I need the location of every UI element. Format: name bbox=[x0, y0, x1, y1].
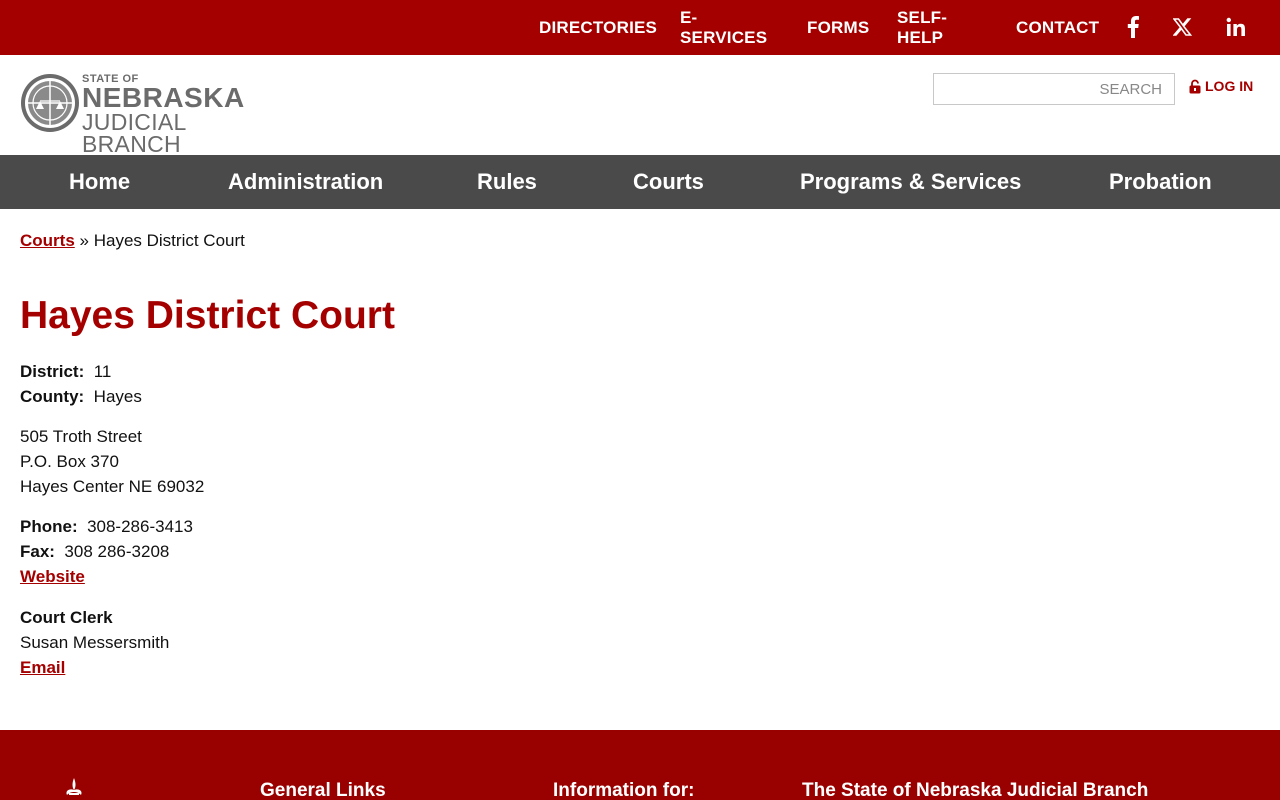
nav-courts[interactable]: Courts bbox=[633, 155, 704, 209]
linkedin-icon[interactable] bbox=[1223, 14, 1249, 40]
nav-programs-services[interactable]: Programs & Services bbox=[800, 155, 1021, 209]
breadcrumb-current: Hayes District Court bbox=[93, 231, 245, 250]
lock-icon bbox=[1189, 79, 1201, 93]
phone-label: Phone: bbox=[20, 517, 78, 536]
nav-administration[interactable]: Administration bbox=[228, 155, 383, 209]
breadcrumb-separator: » bbox=[79, 231, 89, 250]
district-row: District: 11 bbox=[20, 359, 142, 384]
facebook-icon[interactable] bbox=[1120, 14, 1146, 40]
nav-probation[interactable]: Probation bbox=[1109, 155, 1212, 209]
logo-branch-text: JUDICIAL BRANCH bbox=[82, 109, 186, 157]
topnav-e-services[interactable]: E-SERVICES bbox=[680, 8, 767, 48]
fax-value: 308 286-3208 bbox=[64, 542, 170, 561]
top-utility-bar: DIRECTORIES E-SERVICES FORMS SELF-HELP C… bbox=[0, 0, 1280, 55]
court-district-county: District: 11 County: Hayes bbox=[20, 359, 142, 409]
site-logo[interactable]: STATE OF NEBRASKA JUDICIAL BRANCH bbox=[20, 73, 280, 156]
nav-rules[interactable]: Rules bbox=[477, 155, 537, 209]
topnav-forms[interactable]: FORMS bbox=[807, 18, 869, 38]
breadcrumb-courts-link[interactable]: Courts bbox=[20, 231, 75, 250]
footer-heading-information-for: Information for: bbox=[553, 780, 695, 800]
district-label: District: bbox=[20, 362, 85, 381]
seal-icon bbox=[21, 74, 79, 132]
court-contact: Phone: 308-286-3413 Fax: 308 286-3208 We… bbox=[20, 514, 193, 589]
address-line-1: 505 Troth Street bbox=[20, 427, 142, 446]
address-line-3: Hayes Center NE 69032 bbox=[20, 477, 205, 496]
logo-wordmark: STATE OF NEBRASKA JUDICIAL BRANCH bbox=[82, 73, 280, 157]
footer-heading-judicial-branch: The State of Nebraska Judicial Branch bbox=[802, 780, 1149, 800]
website-row: Website bbox=[20, 564, 193, 589]
phone-value: 308-286-3413 bbox=[87, 517, 193, 536]
search-input[interactable] bbox=[933, 73, 1175, 105]
district-value: 11 bbox=[93, 362, 112, 381]
page-title: Hayes District Court bbox=[20, 294, 395, 337]
county-row: County: Hayes bbox=[20, 384, 142, 409]
breadcrumb: Courts » Hayes District Court bbox=[20, 231, 245, 251]
county-label: County: bbox=[20, 387, 85, 406]
main-nav: Home Administration Rules Courts Program… bbox=[0, 155, 1280, 209]
court-clerk: Court Clerk Susan Messersmith Email bbox=[20, 605, 169, 680]
login-label: LOG IN bbox=[1205, 78, 1254, 94]
email-link[interactable]: Email bbox=[20, 658, 65, 677]
site-header: STATE OF NEBRASKA JUDICIAL BRANCH LOG IN bbox=[0, 55, 1280, 156]
topnav-contact[interactable]: CONTACT bbox=[1016, 18, 1099, 38]
website-link[interactable]: Website bbox=[20, 567, 85, 586]
address-line-2: P.O. Box 370 bbox=[20, 452, 119, 471]
login-link[interactable]: LOG IN bbox=[1189, 78, 1253, 94]
phone-row: Phone: 308-286-3413 bbox=[20, 514, 193, 539]
logo-nebraska-text: NEBRASKA bbox=[82, 82, 245, 113]
court-address: 505 Troth Street P.O. Box 370 Hayes Cent… bbox=[20, 424, 204, 499]
fax-row: Fax: 308 286-3208 bbox=[20, 539, 193, 564]
clerk-title: Court Clerk bbox=[20, 608, 113, 627]
topnav-self-help[interactable]: SELF-HELP bbox=[897, 8, 947, 48]
county-value: Hayes bbox=[93, 387, 142, 406]
nav-home[interactable]: Home bbox=[69, 155, 130, 209]
fleur-icon bbox=[66, 778, 82, 795]
clerk-name: Susan Messersmith bbox=[20, 633, 170, 652]
footer-heading-general-links: General Links bbox=[260, 780, 386, 800]
fax-label: Fax: bbox=[20, 542, 55, 561]
site-footer: General Links Information for: The State… bbox=[0, 730, 1280, 800]
x-icon[interactable] bbox=[1170, 14, 1196, 40]
topnav-directories[interactable]: DIRECTORIES bbox=[539, 18, 657, 38]
